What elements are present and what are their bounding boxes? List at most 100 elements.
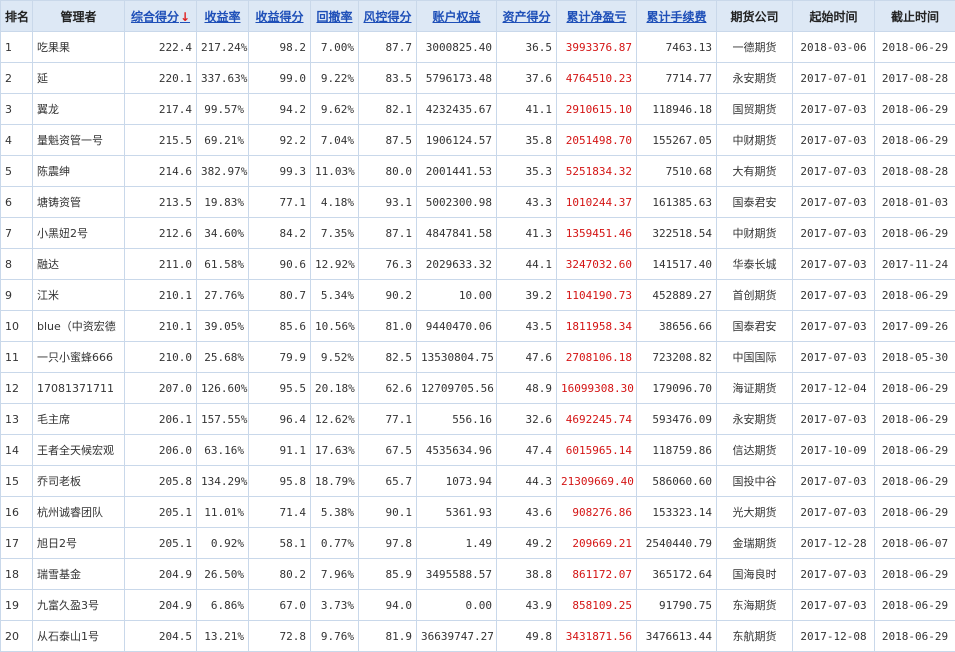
- header-risk-score[interactable]: 风控得分: [359, 1, 417, 32]
- cell-asset-score: 49.2: [497, 528, 557, 559]
- cell-end: 2018-06-29: [875, 32, 955, 63]
- cell-return-rate: 61.58%: [197, 249, 249, 280]
- cell-manager: 小黑妞2号: [33, 218, 125, 249]
- cell-risk-score: 85.9: [359, 559, 417, 590]
- cell-rank: 13: [1, 404, 33, 435]
- header-drawdown[interactable]: 回撤率: [311, 1, 359, 32]
- cell-broker: 中国国际: [717, 342, 793, 373]
- cell-return-rate: 217.24%: [197, 32, 249, 63]
- cell-rank: 11: [1, 342, 33, 373]
- cell-composite: 213.5: [125, 187, 197, 218]
- cell-net-profit: 16099308.30: [557, 373, 637, 404]
- cell-return-score: 84.2: [249, 218, 311, 249]
- cell-fees: 118759.86: [637, 435, 717, 466]
- cell-return-rate: 99.57%: [197, 94, 249, 125]
- cell-drawdown: 12.62%: [311, 404, 359, 435]
- cell-return-rate: 26.50%: [197, 559, 249, 590]
- cell-drawdown: 12.92%: [311, 249, 359, 280]
- cell-manager: 17081371711: [33, 373, 125, 404]
- cell-end: 2018-06-29: [875, 559, 955, 590]
- cell-equity: 3000825.40: [417, 32, 497, 63]
- cell-risk-score: 81.9: [359, 621, 417, 652]
- cell-risk-score: 87.7: [359, 32, 417, 63]
- cell-asset-score: 43.3: [497, 187, 557, 218]
- cell-return-score: 72.8: [249, 621, 311, 652]
- cell-return-score: 96.4: [249, 404, 311, 435]
- cell-net-profit: 1104190.73: [557, 280, 637, 311]
- cell-broker: 国泰君安: [717, 187, 793, 218]
- cell-return-score: 95.8: [249, 466, 311, 497]
- header-composite-score[interactable]: 综合得分↓: [125, 1, 197, 32]
- cell-start: 2017-07-03: [793, 559, 875, 590]
- cell-fees: 141517.40: [637, 249, 717, 280]
- cell-drawdown: 7.04%: [311, 125, 359, 156]
- cell-fees: 593476.09: [637, 404, 717, 435]
- cell-fees: 153323.14: [637, 497, 717, 528]
- header-equity[interactable]: 账户权益: [417, 1, 497, 32]
- cell-composite: 210.1: [125, 280, 197, 311]
- cell-asset-score: 35.8: [497, 125, 557, 156]
- cell-broker: 一德期货: [717, 32, 793, 63]
- cell-drawdown: 0.77%: [311, 528, 359, 559]
- header-return-rate[interactable]: 收益率: [197, 1, 249, 32]
- cell-risk-score: 77.1: [359, 404, 417, 435]
- cell-broker: 中财期货: [717, 218, 793, 249]
- cell-return-rate: 63.16%: [197, 435, 249, 466]
- cell-risk-score: 81.0: [359, 311, 417, 342]
- cell-start: 2017-07-03: [793, 94, 875, 125]
- cell-end: 2018-06-29: [875, 94, 955, 125]
- cell-equity: 3495588.57: [417, 559, 497, 590]
- table-row: 15乔司老板205.8134.29%95.818.79%65.71073.944…: [1, 466, 955, 497]
- cell-net-profit: 3431871.56: [557, 621, 637, 652]
- cell-start: 2017-07-01: [793, 63, 875, 94]
- cell-risk-score: 90.2: [359, 280, 417, 311]
- table-row: 8融达211.061.58%90.612.92%76.32029633.3244…: [1, 249, 955, 280]
- cell-return-rate: 27.76%: [197, 280, 249, 311]
- cell-return-score: 80.7: [249, 280, 311, 311]
- cell-composite: 204.9: [125, 590, 197, 621]
- cell-rank: 2: [1, 63, 33, 94]
- cell-end: 2018-06-29: [875, 280, 955, 311]
- cell-composite: 206.0: [125, 435, 197, 466]
- cell-manager: 旭日2号: [33, 528, 125, 559]
- cell-equity: 12709705.56: [417, 373, 497, 404]
- cell-risk-score: 82.5: [359, 342, 417, 373]
- cell-broker: 国海良时: [717, 559, 793, 590]
- cell-net-profit: 5251834.32: [557, 156, 637, 187]
- header-composite-label: 综合得分: [131, 10, 179, 24]
- cell-equity: 9440470.06: [417, 311, 497, 342]
- cell-broker: 永安期货: [717, 63, 793, 94]
- cell-fees: 365172.64: [637, 559, 717, 590]
- header-net-profit[interactable]: 累计净盈亏: [557, 1, 637, 32]
- cell-composite: 211.0: [125, 249, 197, 280]
- cell-composite: 205.1: [125, 497, 197, 528]
- cell-end: 2018-06-29: [875, 435, 955, 466]
- header-broker: 期货公司: [717, 1, 793, 32]
- table-body: 1吃果果222.4217.24%98.27.00%87.73000825.403…: [1, 32, 955, 652]
- cell-drawdown: 9.22%: [311, 63, 359, 94]
- cell-rank: 1: [1, 32, 33, 63]
- cell-risk-score: 67.5: [359, 435, 417, 466]
- cell-return-rate: 25.68%: [197, 342, 249, 373]
- cell-manager: 王者全天候宏观: [33, 435, 125, 466]
- cell-fees: 161385.63: [637, 187, 717, 218]
- table-row: 1吃果果222.4217.24%98.27.00%87.73000825.403…: [1, 32, 955, 63]
- cell-net-profit: 1359451.46: [557, 218, 637, 249]
- cell-net-profit: 4692245.74: [557, 404, 637, 435]
- cell-start: 2017-12-28: [793, 528, 875, 559]
- cell-net-profit: 3993376.87: [557, 32, 637, 63]
- cell-equity: 4847841.58: [417, 218, 497, 249]
- cell-risk-score: 65.7: [359, 466, 417, 497]
- cell-composite: 212.6: [125, 218, 197, 249]
- header-asset-score[interactable]: 资产得分: [497, 1, 557, 32]
- cell-composite: 222.4: [125, 32, 197, 63]
- header-fees[interactable]: 累计手续费: [637, 1, 717, 32]
- header-return-score[interactable]: 收益得分: [249, 1, 311, 32]
- cell-end: 2018-06-29: [875, 466, 955, 497]
- table-row: 13毛主席206.1157.55%96.412.62%77.1556.1632.…: [1, 404, 955, 435]
- cell-fees: 723208.82: [637, 342, 717, 373]
- cell-risk-score: 76.3: [359, 249, 417, 280]
- cell-rank: 8: [1, 249, 33, 280]
- cell-rank: 7: [1, 218, 33, 249]
- cell-manager: 毛主席: [33, 404, 125, 435]
